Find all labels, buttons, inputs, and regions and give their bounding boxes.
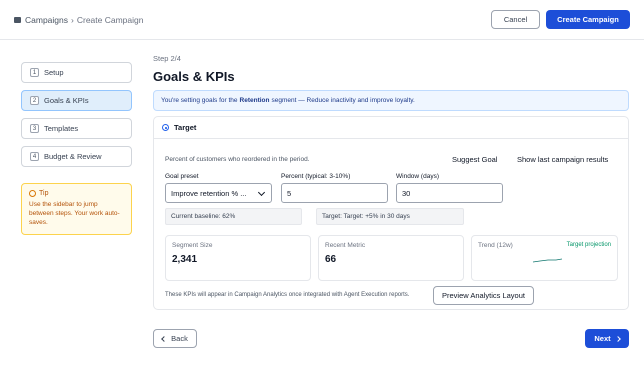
cancel-button[interactable]: Cancel [491,10,540,29]
recent-metric-label: Recent Metric [325,242,366,249]
next-button[interactable]: Next [585,329,629,348]
banner-prefix: You're setting goals for the [161,97,238,104]
goal-preset-select[interactable]: Improve retention % ... [165,183,272,203]
window-input[interactable]: 30 [396,183,503,203]
chevron-left-icon [161,335,167,342]
goal-preset-value: Improve retention % ... [171,188,247,198]
recent-metric-card: Recent Metric 66 [318,235,464,281]
back-button[interactable]: Back [153,329,197,348]
percent-value: 5 [287,188,292,198]
window-value: 30 [402,188,411,198]
next-label: Next [594,334,611,343]
sidebar-item-label: Budget & Review [44,152,102,161]
create-campaign-button[interactable]: Create Campaign [546,10,630,29]
target-summary: Target: Target: +5% in 30 days [316,208,464,225]
tip-title: Tip [39,190,49,197]
segment-size-label: Segment Size [172,242,213,249]
percent-input[interactable]: 5 [281,183,388,203]
sidebar-item-label: Goals & KPIs [44,96,89,105]
current-baseline: Current baseline: 62% [165,208,302,225]
banner-suffix: segment — Reduce inactivity and improve … [271,97,415,104]
step-number: 3 [30,124,39,133]
card-title: Target [174,123,197,132]
target-card: Target Percent of customers who reordere… [153,116,629,310]
breadcrumb: Campaigns › Create Campaign [14,15,143,25]
breadcrumb-current: Create Campaign [76,15,144,25]
tip-header: Tip [29,190,124,197]
campaign-icon [14,17,21,23]
back-label: Back [171,334,188,343]
trend-card: Trend (12w) Target projection [471,235,618,281]
step-indicator: Step 2/4 [153,54,181,63]
sidebar-item-goals-kpis[interactable]: 2 Goals & KPIs [21,90,132,111]
top-bar: Campaigns › Create Campaign Cancel Creat… [0,0,644,40]
show-last-results-button[interactable]: Show last campaign results [517,155,608,164]
sidebar-item-label: Setup [44,68,64,77]
goal-preset-label: Goal preset [165,173,199,180]
trend-sparkline [532,258,563,263]
page-title: Goals & KPIs [153,69,235,84]
tip-text: Use the sidebar to jump between steps. Y… [29,201,120,226]
metric-description: Percent of customers who reordered in th… [165,156,310,163]
info-icon [29,190,36,197]
sidebar: 1 Setup 2 Goals & KPIs 3 Templates 4 Bud… [21,62,132,235]
target-icon [162,124,169,131]
window-label: Window (days) [396,173,439,180]
tip-box: Tip Use the sidebar to jump between step… [21,183,132,235]
segment-banner: You're setting goals for the Retention s… [153,90,629,111]
segment-size-card: Segment Size 2,341 [165,235,311,281]
chevron-down-icon [257,188,266,197]
target-projection-line [532,258,563,263]
banner-segment: Retention [239,97,270,104]
segment-size-value: 2,341 [172,254,198,265]
card-header: Target [154,117,628,139]
chevron-right-icon [614,335,621,342]
sidebar-item-budget-review[interactable]: 4 Budget & Review [21,146,132,167]
main-content: Step 2/4 Goals & KPIs You're setting goa… [153,54,629,111]
breadcrumb-campaigns[interactable]: Campaigns [25,15,68,25]
percent-label: Percent (typical: 3-10%) [281,173,351,180]
step-number: 2 [30,96,39,105]
breadcrumb-separator: › [71,15,74,25]
step-number: 1 [30,68,39,77]
suggest-goal-button[interactable]: Suggest Goal [452,155,497,164]
step-number: 4 [30,152,39,161]
kpi-note: These KPIs will appear in Campaign Analy… [165,292,410,298]
recent-metric-value: 66 [325,254,337,265]
sidebar-item-label: Templates [44,124,79,133]
sidebar-item-templates[interactable]: 3 Templates [21,118,132,139]
preview-analytics-button[interactable]: Preview Analytics Layout [433,286,534,305]
sidebar-item-setup[interactable]: 1 Setup [21,62,132,83]
